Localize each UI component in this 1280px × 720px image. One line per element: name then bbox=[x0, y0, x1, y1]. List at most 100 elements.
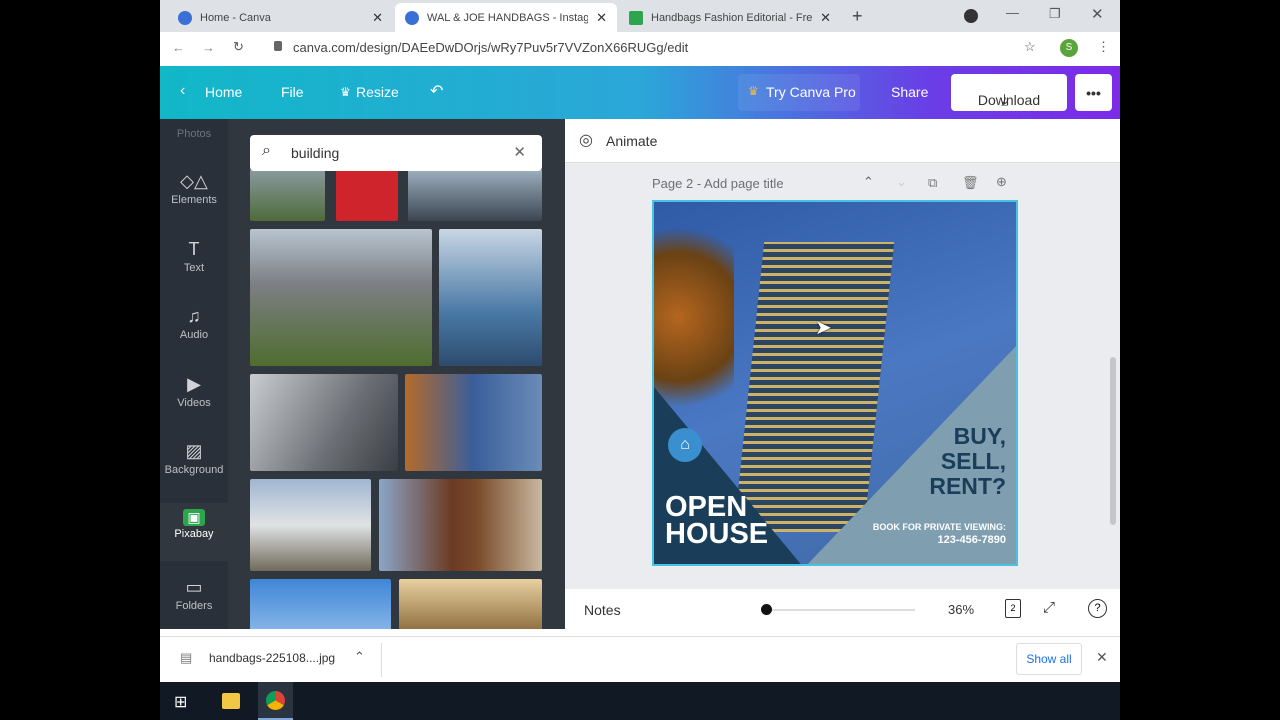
vertical-scrollbar[interactable] bbox=[1110, 357, 1116, 525]
tagline-text[interactable]: BUY, SELL, RENT? bbox=[929, 424, 1006, 499]
rail-folders[interactable]: ▭ Folders bbox=[160, 577, 228, 612]
restore-button[interactable]: ❐ bbox=[1049, 6, 1061, 22]
file-menu[interactable]: File bbox=[281, 84, 304, 100]
crown-icon: ♛ bbox=[340, 85, 351, 99]
tab-home-canva[interactable]: Home - Canva ✕ bbox=[168, 3, 393, 32]
pixabay-icon: ▣ bbox=[183, 509, 205, 526]
reload-icon[interactable]: ↻ bbox=[233, 39, 244, 55]
clear-search-icon[interactable]: ✕ bbox=[513, 143, 526, 161]
image-result[interactable] bbox=[250, 479, 371, 571]
image-result[interactable] bbox=[439, 229, 542, 366]
delete-page-icon[interactable]: 🗑 bbox=[962, 175, 979, 191]
image-result[interactable] bbox=[250, 374, 398, 471]
image-result[interactable] bbox=[379, 479, 542, 571]
downloads-bar: ▤ handbags-225108....jpg ⌃ Show all ✕ bbox=[160, 636, 1120, 682]
new-tab-button[interactable]: + bbox=[852, 6, 863, 27]
zoom-slider[interactable] bbox=[761, 604, 915, 615]
close-window-button[interactable]: ✕ bbox=[1091, 5, 1104, 23]
add-page-icon[interactable]: ⊕ bbox=[996, 174, 1007, 190]
more-button[interactable]: ••• bbox=[1075, 74, 1112, 111]
resize-button[interactable]: Resize bbox=[356, 84, 399, 100]
folder-icon: ▭ bbox=[185, 577, 203, 597]
home-button[interactable]: Home bbox=[205, 84, 242, 100]
move-page-down-icon: ⌄ bbox=[896, 174, 907, 189]
try-canva-pro-button[interactable]: ♛ Try Canva Pro bbox=[738, 74, 860, 111]
image-result[interactable] bbox=[250, 579, 391, 629]
page-count-button[interactable]: 2 bbox=[1005, 599, 1021, 618]
rail-videos[interactable]: ▶ Videos bbox=[160, 374, 228, 409]
editor-toolbar: ◎ Animate bbox=[565, 119, 1120, 163]
minimize-button[interactable]: — bbox=[1006, 5, 1019, 20]
crown-icon: ♛ bbox=[748, 84, 759, 98]
tab-strip: Home - Canva ✕ WAL & JOE HANDBAGS - Insta… bbox=[160, 0, 1120, 32]
design-canvas[interactable]: ⌂ OPEN HOUSE BUY, SELL, RENT? BOOK FOR P… bbox=[652, 200, 1018, 566]
download-item[interactable]: handbags-225108....jpg bbox=[209, 651, 335, 665]
pixabay-panel: ⌕ building ✕ bbox=[228, 119, 565, 629]
browser-menu-icon[interactable]: ⋮ bbox=[1097, 39, 1110, 55]
background-icon: ▨ bbox=[185, 441, 203, 461]
duplicate-page-icon[interactable]: ⧉ bbox=[928, 175, 937, 191]
mouse-cursor-icon: ➤ bbox=[815, 317, 832, 339]
search-input[interactable]: building bbox=[291, 145, 339, 161]
music-icon: ♫ bbox=[187, 306, 201, 326]
text-icon: T bbox=[188, 239, 200, 259]
move-page-up-icon[interactable]: ⌃ bbox=[863, 174, 874, 190]
zoom-slider-thumb[interactable] bbox=[761, 604, 772, 615]
rail-text[interactable]: T Text bbox=[160, 239, 228, 274]
chrome-icon bbox=[266, 691, 285, 710]
close-icon[interactable]: ✕ bbox=[372, 10, 383, 26]
back-icon[interactable]: ← bbox=[172, 40, 185, 55]
close-icon[interactable]: ✕ bbox=[820, 10, 831, 26]
page-title-field[interactable]: Page 2 - Add page title bbox=[652, 176, 784, 191]
profile-avatar[interactable]: S bbox=[1060, 39, 1078, 57]
undo-icon[interactable]: ↶ bbox=[430, 81, 443, 101]
canva-favicon-icon bbox=[178, 10, 192, 25]
lock-icon bbox=[274, 41, 282, 51]
search-box[interactable]: ⌕ building ✕ bbox=[250, 135, 542, 171]
cta-text[interactable]: BOOK FOR PRIVATE VIEWING: bbox=[873, 522, 1006, 532]
animate-icon: ◎ bbox=[579, 132, 593, 149]
fullscreen-icon[interactable]: ⤢ bbox=[1043, 599, 1055, 616]
rail-pixabay[interactable]: ▣ Pixabay bbox=[160, 503, 228, 561]
chevron-left-icon: ‹ bbox=[180, 82, 186, 99]
rail-photos-partial[interactable]: Photos bbox=[160, 128, 228, 140]
file-explorer-icon[interactable] bbox=[222, 693, 240, 709]
forward-icon[interactable]: → bbox=[202, 40, 215, 55]
bookmark-star-icon[interactable]: ☆ bbox=[1024, 39, 1036, 55]
zoom-level[interactable]: 36% bbox=[948, 602, 974, 617]
image-result[interactable] bbox=[405, 374, 542, 471]
close-icon[interactable]: ✕ bbox=[596, 10, 607, 26]
image-result[interactable] bbox=[408, 169, 542, 221]
tab-wal-joe[interactable]: WAL & JOE HANDBAGS - Instagram✕ bbox=[395, 3, 617, 32]
chevron-up-icon[interactable]: ⌃ bbox=[354, 649, 365, 665]
help-icon[interactable]: ? bbox=[1088, 599, 1107, 618]
elements-icon: ◇△ bbox=[180, 171, 208, 191]
editor-area: ◎ Animate Page 2 - Add page title ⌃ ⌄ ⧉ … bbox=[565, 119, 1120, 629]
windows-start-icon[interactable]: ⊞ bbox=[174, 692, 187, 712]
download-button[interactable]: ⤓ Download bbox=[951, 74, 1067, 111]
url-field[interactable]: canva.com/design/DAEeDwDOrjs/wRy7Puv5r7V… bbox=[293, 40, 688, 55]
extension-icon[interactable] bbox=[964, 9, 978, 23]
image-result[interactable] bbox=[250, 229, 432, 366]
browser-window: Home - Canva ✕ WAL & JOE HANDBAGS - Insta… bbox=[160, 0, 1120, 682]
animate-button[interactable]: Animate bbox=[606, 133, 657, 149]
rail-elements[interactable]: ◇△ Elements bbox=[160, 171, 228, 206]
close-downloads-icon[interactable]: ✕ bbox=[1096, 649, 1108, 666]
headline-text[interactable]: OPEN HOUSE bbox=[665, 493, 768, 549]
image-result[interactable] bbox=[399, 579, 542, 629]
rail-audio[interactable]: ♫ Audio bbox=[160, 306, 228, 341]
chrome-taskbar-button[interactable] bbox=[258, 682, 293, 720]
image-result[interactable] bbox=[336, 169, 398, 221]
rail-background[interactable]: ▨ Background bbox=[160, 441, 228, 476]
image-result[interactable] bbox=[250, 169, 325, 221]
canva-header: ‹ Home File ♛ Resize ↶ ♛ Try Canva Pro Sh… bbox=[160, 66, 1120, 119]
notes-button[interactable]: Notes bbox=[584, 602, 621, 618]
home-badge-icon: ⌂ bbox=[668, 428, 702, 462]
tab-handbags-editorial[interactable]: Handbags Fashion Editorial - Free ✕ bbox=[619, 3, 841, 32]
building-photo bbox=[733, 242, 895, 532]
taskbar: ⊞ bbox=[160, 682, 1120, 720]
share-button[interactable]: Share bbox=[891, 84, 928, 100]
show-all-button[interactable]: Show all bbox=[1016, 643, 1082, 675]
phone-text[interactable]: 123-456-7890 bbox=[937, 534, 1006, 546]
tree-photo-area bbox=[654, 202, 734, 432]
